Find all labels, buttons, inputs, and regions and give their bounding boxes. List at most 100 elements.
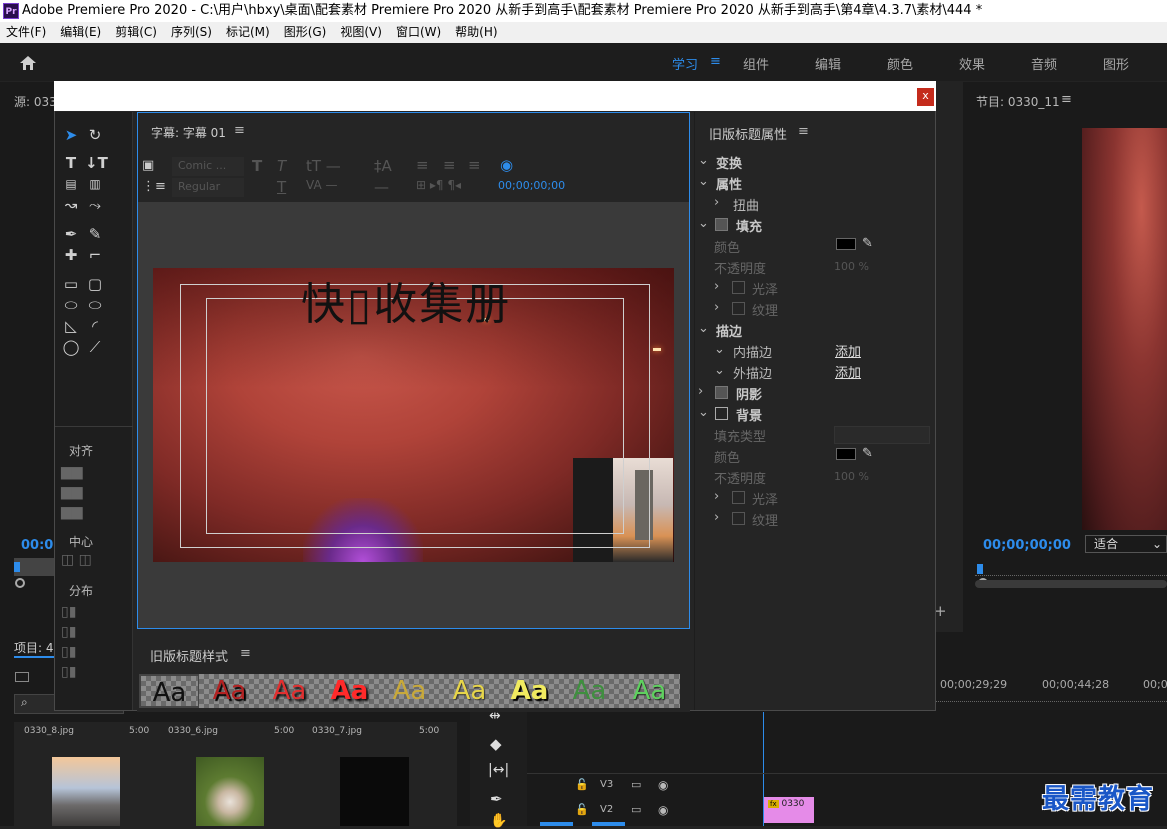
bg-texture-checkbox[interactable] xyxy=(732,512,745,525)
show-background-video-icon[interactable]: ◉ xyxy=(500,156,513,174)
workspace-menu-icon[interactable]: ≡ xyxy=(710,54,721,69)
leading-icon[interactable]: ‡A xyxy=(374,157,392,175)
style-swatch[interactable]: Aa xyxy=(559,674,620,708)
rotation-tool-icon[interactable]: ↻ xyxy=(85,126,105,144)
italic-icon[interactable]: T xyxy=(277,157,286,175)
eyedropper-icon[interactable]: ✎ xyxy=(862,446,873,461)
bg-sheen-section[interactable]: 光泽 xyxy=(752,489,778,508)
pen-tool-icon[interactable]: ✒ xyxy=(61,225,81,243)
source-scrub-bar[interactable] xyxy=(14,558,54,576)
vertical-path-type-tool-icon[interactable]: ⤳ xyxy=(85,196,105,214)
menu-sequence[interactable]: 序列(S) xyxy=(171,22,212,43)
show-video-icon[interactable]: ▣ xyxy=(142,158,154,173)
project-thumbnail[interactable] xyxy=(340,757,409,826)
timeline-clip[interactable]: fx 0330 xyxy=(764,797,814,823)
menu-clip[interactable]: 剪辑(C) xyxy=(115,22,157,43)
source-playhead[interactable] xyxy=(14,562,20,572)
track-target-v1[interactable] xyxy=(540,822,573,826)
texture-section[interactable]: 纹理 xyxy=(752,300,778,319)
ellipse-tool-icon[interactable]: ◯ xyxy=(61,338,81,356)
tab-stops-icon[interactable]: ⋮≡ xyxy=(142,179,166,194)
project-thumbnail[interactable] xyxy=(52,757,120,826)
style-swatch[interactable]: Aa xyxy=(199,674,260,708)
fill-color-swatch[interactable] xyxy=(836,238,856,250)
path-type-tool-icon[interactable]: ↝ xyxy=(61,196,81,214)
program-timecode[interactable]: 00;00;00;00 xyxy=(983,538,1071,553)
background-section[interactable]: 背景 xyxy=(736,405,762,424)
arc-tool-icon[interactable]: ◜ xyxy=(85,317,105,335)
title-editor-tab[interactable]: 字幕: 字幕 01 xyxy=(151,124,226,141)
background-opacity-value[interactable]: 100 % xyxy=(834,470,869,483)
rounded-corner-tool-icon[interactable]: ⬭ xyxy=(85,296,105,314)
rounded-rect-tool-icon[interactable]: ▢ xyxy=(85,275,105,293)
chevron-down-icon[interactable]: ⌄ xyxy=(714,363,725,378)
shadow-section[interactable]: 阴影 xyxy=(736,384,762,403)
align-right-icon[interactable]: ≡ xyxy=(468,156,481,174)
vertical-area-type-tool-icon[interactable]: ▥ xyxy=(85,175,105,193)
fill-opacity-value[interactable]: 100 % xyxy=(834,260,869,273)
type-tool-icon[interactable]: T xyxy=(61,154,81,172)
dialog-title-bar[interactable] xyxy=(54,81,936,111)
menu-view[interactable]: 视图(V) xyxy=(340,22,382,43)
add-outer-stroke-link[interactable]: 添加 xyxy=(835,362,861,381)
font-family-dropdown[interactable]: Comic ... xyxy=(172,157,244,176)
align-left-icon[interactable]: ≡ xyxy=(416,156,429,174)
wedge-tool-icon[interactable]: ◺ xyxy=(61,317,81,335)
style-swatch[interactable]: Aa xyxy=(379,674,440,708)
sheen-section[interactable]: 光泽 xyxy=(752,279,778,298)
add-anchor-tool-icon[interactable]: ✚ xyxy=(61,246,81,264)
bg-sheen-checkbox[interactable] xyxy=(732,491,745,504)
style-swatch[interactable]: Aa xyxy=(499,674,560,708)
style-swatch[interactable]: Aa xyxy=(439,674,500,708)
panel-menu-icon[interactable]: ≡ xyxy=(234,123,245,138)
fill-section[interactable]: 填充 xyxy=(736,216,762,235)
style-swatch[interactable]: Aa xyxy=(619,674,680,708)
slip-tool-icon[interactable]: |↔| xyxy=(488,762,509,778)
delete-anchor-tool-icon[interactable]: ✎ xyxy=(85,225,105,243)
background-checkbox[interactable] xyxy=(715,407,728,420)
strokes-section[interactable]: 描边 xyxy=(716,321,742,340)
bg-texture-section[interactable]: 纹理 xyxy=(752,510,778,529)
align-buttons-icon[interactable]: ▆▆ ▆▆ ▆▆ xyxy=(61,462,105,522)
menu-file[interactable]: 文件(F) xyxy=(6,22,46,43)
pen-tool-icon[interactable]: ✒ xyxy=(490,790,503,808)
menu-help[interactable]: 帮助(H) xyxy=(455,22,497,43)
vertical-type-tool-icon[interactable]: ↓T xyxy=(85,154,108,172)
camera-icon[interactable]: ▭ xyxy=(631,803,641,816)
chevron-right-icon[interactable]: › xyxy=(714,489,719,504)
kerning-icon[interactable]: VA — xyxy=(306,178,337,192)
workspace-tab-audio[interactable]: 音频 xyxy=(1031,54,1057,73)
add-inner-stroke-link[interactable]: 添加 xyxy=(835,341,861,360)
hand-tool-icon[interactable]: ✋ xyxy=(490,813,507,829)
source-zoom-handle[interactable] xyxy=(15,578,25,588)
align-center-icon[interactable]: ≡ xyxy=(443,156,456,174)
transform-section[interactable]: 变换 xyxy=(716,153,742,172)
style-swatch[interactable]: Aa xyxy=(259,674,320,708)
chevron-down-icon[interactable]: ⌄ xyxy=(698,321,709,336)
program-menu-icon[interactable]: ≡ xyxy=(1061,92,1072,107)
program-fit-dropdown[interactable]: 适合 ⌄ xyxy=(1085,535,1167,553)
line-tool-icon[interactable]: ⟋ xyxy=(85,338,105,356)
chevron-down-icon[interactable]: ⌄ xyxy=(714,342,725,357)
center-buttons-icon[interactable]: ◫ ◫ xyxy=(61,552,92,568)
close-button[interactable]: x xyxy=(917,88,934,106)
workspace-tab-learn[interactable]: 学习 xyxy=(672,54,698,73)
chevron-right-icon[interactable]: › xyxy=(714,300,719,315)
program-monitor-label[interactable]: 节目: 0330_11 xyxy=(976,93,1060,110)
distort-section[interactable]: 扭曲 xyxy=(733,195,759,214)
baseline-icon[interactable]: — xyxy=(374,178,389,196)
eye-icon[interactable]: ◉ xyxy=(658,803,668,817)
source-monitor-label[interactable]: 源: 033 xyxy=(14,93,57,110)
menu-edit[interactable]: 编辑(E) xyxy=(60,22,101,43)
fill-type-dropdown[interactable] xyxy=(834,426,930,444)
eyedropper-icon[interactable]: ✎ xyxy=(862,236,873,251)
workspace-tab-editing[interactable]: 编辑 xyxy=(815,54,841,73)
chevron-right-icon[interactable]: › xyxy=(714,195,719,210)
shadow-checkbox[interactable] xyxy=(715,386,728,399)
menu-window[interactable]: 窗口(W) xyxy=(396,22,441,43)
tab-stop-icon[interactable]: ⊞ ▸¶ ¶◂ xyxy=(416,178,461,192)
fill-checkbox[interactable] xyxy=(715,218,728,231)
inner-stroke-label[interactable]: 内描边 xyxy=(733,342,772,361)
lock-icon[interactable]: 🔓 xyxy=(575,778,589,791)
panel-menu-icon[interactable]: ≡ xyxy=(798,124,809,139)
